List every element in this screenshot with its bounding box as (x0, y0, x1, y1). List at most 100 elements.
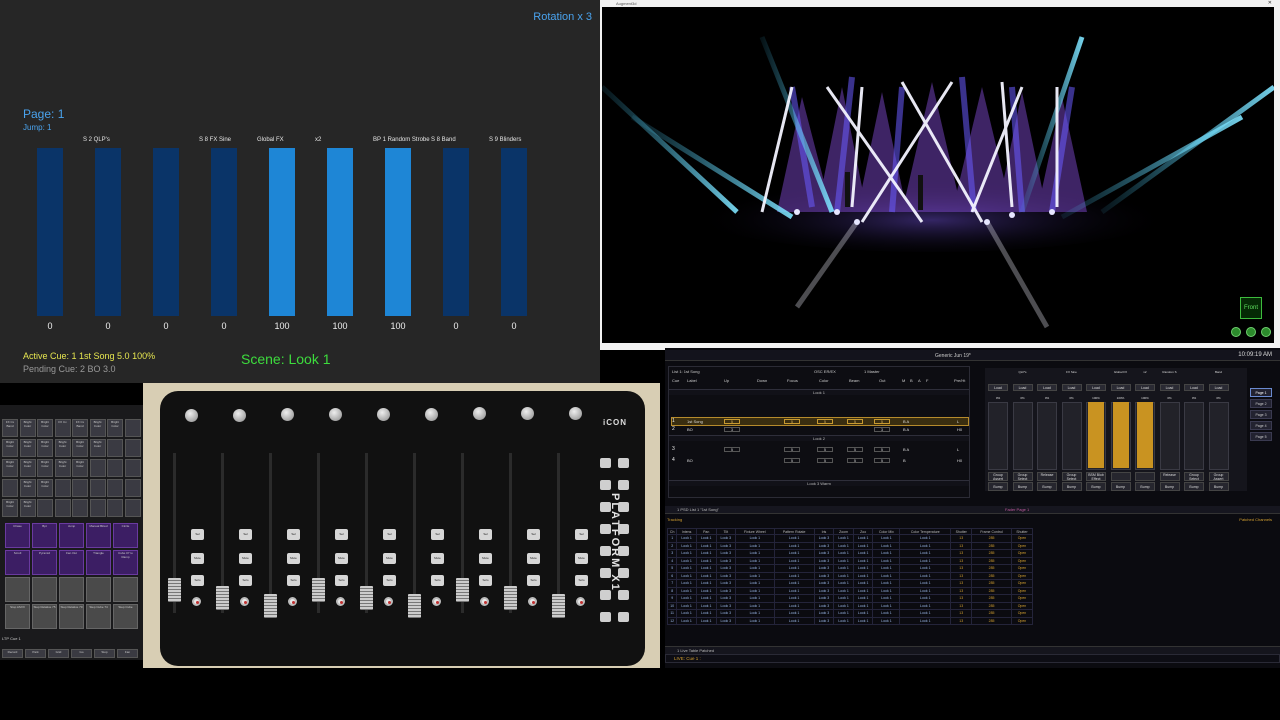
mute-button[interactable]: Mute (527, 553, 540, 564)
sel-button[interactable]: Sel (575, 529, 588, 540)
transport-button[interactable] (600, 458, 611, 468)
solo-button[interactable]: Solo (575, 575, 588, 586)
load-button[interactable]: Load (1037, 384, 1057, 391)
fader-slot[interactable] (1110, 402, 1131, 470)
fader-knob[interactable] (456, 578, 469, 602)
palette-button[interactable]: Bright Color (37, 419, 53, 437)
solo-button[interactable]: Solo (527, 575, 540, 586)
grid-icon[interactable] (1261, 327, 1271, 337)
solo-button[interactable]: Solo (431, 575, 444, 586)
fader-bar[interactable] (37, 148, 63, 316)
transport-button[interactable] (618, 502, 629, 512)
palette-button[interactable]: Bright Color (37, 439, 53, 457)
palette-button[interactable] (124, 419, 141, 437)
transport-button[interactable] (600, 590, 611, 600)
sel-button[interactable]: Sel (191, 529, 204, 540)
rotary-knob[interactable] (521, 406, 534, 420)
solo-button[interactable]: Solo (479, 575, 492, 586)
group-button[interactable]: BSM Blob Effect (1086, 472, 1106, 481)
fader-knob[interactable] (408, 594, 421, 618)
palette-button[interactable]: Bright Color (72, 439, 88, 457)
load-button[interactable]: Load (1208, 384, 1229, 391)
solo-button[interactable]: Solo (335, 575, 348, 586)
table-row[interactable]: 5 Look 1 Look 1 Look 3 Look 1 Look 1 Look 3 Loo… (666, 564, 1034, 573)
sel-button[interactable]: Sel (335, 529, 348, 540)
bump-button[interactable]: Bump (1159, 482, 1180, 491)
effect-button[interactable]: Triangle (86, 550, 111, 575)
fader-slot[interactable] (988, 402, 1008, 470)
record-button[interactable] (432, 597, 441, 606)
record-button[interactable] (288, 597, 297, 606)
group-button[interactable] (1135, 472, 1155, 481)
fader-knob[interactable] (312, 578, 325, 602)
palette-button[interactable]: Bright Color (37, 459, 53, 477)
group-button[interactable]: Group Select (1184, 472, 1204, 481)
palette-button[interactable] (72, 499, 88, 517)
group-button[interactable]: Group Assert (988, 472, 1008, 481)
fader-bar[interactable] (153, 148, 179, 316)
table-row[interactable]: 12 Look 1 Look 1 Look 3 Look 1 Look 1 Look 3 Lo… (666, 616, 1034, 625)
bump-button[interactable]: Bump (1061, 482, 1082, 491)
cue-number[interactable]: 2 (672, 426, 675, 432)
cue-time-cell[interactable]: 5 (784, 419, 800, 424)
transport-button[interactable] (618, 590, 629, 600)
fader-slot[interactable] (1208, 402, 1229, 470)
palette-button[interactable]: Bright Color (19, 499, 36, 517)
cue-time-cell[interactable]: 5 (874, 419, 890, 424)
effect-button[interactable]: Bpt (32, 523, 57, 548)
load-button[interactable]: Load (1086, 384, 1106, 391)
tracking-tab[interactable]: 1 PSD List 1 "1st Song" (665, 506, 1280, 514)
solo-button[interactable]: Solo (287, 575, 300, 586)
effect-button[interactable]: Chase (5, 523, 30, 548)
transport-button[interactable] (600, 524, 611, 534)
cue-number[interactable]: 4 (672, 457, 675, 463)
palette-button[interactable] (107, 499, 123, 517)
rotary-knob[interactable] (233, 408, 246, 422)
cue-time-cell[interactable]: 5 (784, 458, 800, 463)
group-button[interactable]: Group Select (1061, 472, 1082, 481)
palette-button[interactable]: FX Cx Band (2, 419, 18, 437)
palette-button[interactable] (54, 499, 71, 517)
softkey[interactable]: Go (71, 649, 92, 658)
transport-button[interactable] (600, 612, 611, 622)
table-row[interactable]: 1 Look 1 Look 1 Look 3 Look 1 Look 1 Look 3 Loo… (666, 534, 1034, 543)
sel-button[interactable]: Sel (383, 529, 396, 540)
fader-knob[interactable] (504, 586, 517, 610)
rotary-knob[interactable] (569, 406, 582, 420)
cue-label[interactable]: BO (687, 427, 693, 432)
mute-button[interactable]: Mute (191, 553, 204, 564)
effect-button[interactable]: Fan Out (59, 550, 84, 575)
table-row[interactable]: 11 Look 1 Look 1 Look 3 Look 1 Look 1 Look 3 Lo… (666, 609, 1034, 618)
fader-bar[interactable] (327, 148, 353, 316)
fader-bar[interactable] (211, 148, 237, 316)
palette-button[interactable] (89, 499, 106, 517)
palette-button[interactable] (107, 439, 123, 457)
record-button[interactable] (240, 597, 249, 606)
load-button[interactable]: Load (1061, 384, 1082, 391)
palette-button[interactable]: Bright Color (72, 459, 88, 477)
transport-button[interactable] (600, 568, 611, 578)
record-button[interactable] (384, 597, 393, 606)
transport-button[interactable] (618, 458, 629, 468)
group-button[interactable]: Group Assert (1208, 472, 1229, 481)
palette-button[interactable]: Bright Color (2, 459, 18, 477)
palette-button[interactable]: Bright Color (89, 439, 106, 457)
fader-slot[interactable] (1086, 402, 1106, 470)
sel-button[interactable]: Sel (527, 529, 540, 540)
rotary-knob[interactable] (377, 407, 390, 421)
fader-slot[interactable] (1061, 402, 1082, 470)
cue-time-cell[interactable]: 5 (874, 458, 890, 463)
bump-button[interactable]: Bump (1184, 482, 1204, 491)
fader-slot[interactable] (1037, 402, 1057, 470)
fader-knob[interactable] (552, 594, 565, 618)
bump-button[interactable]: Bump (1208, 482, 1229, 491)
cue-label[interactable]: 1st Song (687, 419, 703, 424)
table-row[interactable]: 10 Look 1 Look 1 Look 3 Look 1 Look 1 Look 3 Lo… (666, 601, 1034, 610)
palette-button[interactable] (72, 479, 88, 497)
cue-time-cell[interactable]: 5 (817, 458, 833, 463)
transport-button[interactable] (618, 568, 629, 578)
bump-button[interactable]: Bump (1110, 482, 1131, 491)
group-button[interactable] (1110, 472, 1131, 481)
transport-button[interactable] (600, 546, 611, 556)
mute-button[interactable]: Mute (479, 553, 492, 564)
